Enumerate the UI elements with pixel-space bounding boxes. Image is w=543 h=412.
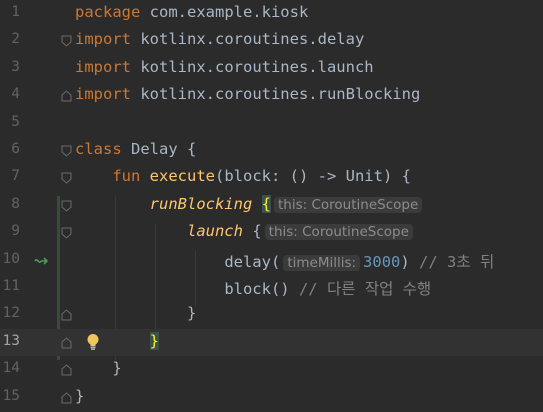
line-number[interactable]: 8 <box>0 196 20 212</box>
class-declaration: Delay { <box>121 140 197 158</box>
line-number[interactable]: 15 <box>0 388 20 404</box>
line-number[interactable]: 10 <box>0 251 20 267</box>
keyword: fun <box>112 167 141 186</box>
line-number[interactable]: 11 <box>0 278 20 294</box>
brace: } <box>186 304 197 323</box>
code-line-7[interactable]: 7 fun execute(block: () -> Unit) { <box>0 164 543 191</box>
line-number[interactable]: 12 <box>0 305 20 321</box>
fold-marker-icon[interactable] <box>61 227 72 239</box>
fold-marker-icon[interactable] <box>61 200 72 212</box>
code-line-11[interactable]: 11 block() // 다른 작업 수행 <box>0 274 543 301</box>
line-number[interactable]: 4 <box>0 86 20 102</box>
line-number[interactable]: 7 <box>0 168 20 184</box>
code-line-6[interactable]: 6 class Delay { <box>0 137 543 164</box>
code-line-13[interactable]: 13 } <box>0 328 543 357</box>
parameter-hint[interactable]: timeMillis: <box>283 254 361 271</box>
fold-marker-icon[interactable] <box>61 145 72 157</box>
brace: } <box>112 359 122 378</box>
fold-marker-icon[interactable] <box>61 35 72 48</box>
code-line-10[interactable]: 10 delay(timeMillis: 3000) // 3초 뒤 <box>0 247 543 274</box>
line-number[interactable]: 13 <box>0 333 20 349</box>
keyword: import <box>75 30 131 49</box>
keyword: class <box>75 140 122 158</box>
brace: } <box>75 386 85 405</box>
brace: { <box>242 222 262 241</box>
fold-marker-icon[interactable] <box>61 90 72 102</box>
import-path: kotlinx.coroutines.delay <box>131 30 365 49</box>
code-line-9[interactable]: 9 launch {this: CoroutineScope <box>0 219 543 246</box>
code-line-14[interactable]: 14 } <box>0 356 543 383</box>
import-path: kotlinx.coroutines.launch <box>131 57 374 76</box>
code-line-5[interactable]: 5 <box>0 110 543 137</box>
fold-marker-icon[interactable] <box>61 337 72 349</box>
fold-marker-icon[interactable] <box>61 172 72 185</box>
package-name: com.example.kiosk <box>140 3 309 21</box>
line-number[interactable]: 2 <box>0 31 20 47</box>
code-line-1[interactable]: 1 package com.example.kiosk <box>0 0 543 27</box>
number-literal: 3000 <box>363 252 401 271</box>
line-number[interactable]: 9 <box>0 223 20 239</box>
function-name: execute <box>149 167 215 186</box>
line-number[interactable]: 5 <box>0 114 20 130</box>
keyword: import <box>75 85 131 104</box>
code-line-3[interactable]: 3 import kotlinx.coroutines.launch <box>0 55 543 82</box>
code-line-4[interactable]: 4 import kotlinx.coroutines.runBlocking <box>0 82 543 109</box>
comment: // 3초 뒤 <box>409 252 495 271</box>
function-call: block() <box>224 280 290 298</box>
keyword: package <box>75 3 141 21</box>
matched-brace: { <box>261 194 271 213</box>
line-number[interactable]: 6 <box>0 141 20 157</box>
code-line-15[interactable]: 15 } <box>0 384 543 411</box>
code-line-2[interactable]: 2 import kotlinx.coroutines.delay <box>0 27 543 54</box>
fold-marker-icon[interactable] <box>61 391 72 404</box>
fold-marker-icon[interactable] <box>61 364 72 376</box>
line-number[interactable]: 3 <box>0 59 20 75</box>
inlay-hint[interactable]: this: CoroutineScope <box>264 224 413 241</box>
import-path: kotlinx.coroutines.runBlocking <box>131 85 421 104</box>
code-editor[interactable]: 1 package com.example.kiosk 2 import kot… <box>0 0 543 412</box>
function-call: launch <box>186 222 243 241</box>
code-line-12[interactable]: 12 } <box>0 301 543 328</box>
line-number[interactable]: 1 <box>0 4 20 20</box>
coroutine-suspend-call-icon[interactable] <box>32 253 50 269</box>
fold-marker-icon[interactable] <box>61 309 72 321</box>
inlay-hint[interactable]: this: CoroutineScope <box>274 196 423 213</box>
code-line-8[interactable]: 8 runBlocking {this: CoroutineScope <box>0 192 543 219</box>
matched-brace: } <box>149 331 159 350</box>
keyword: import <box>75 57 131 76</box>
function-call: delay( <box>224 252 281 271</box>
comment: // 다른 작업 수행 <box>289 280 432 298</box>
function-call: runBlocking <box>149 194 253 213</box>
function-signature: (block: () -> Unit) { <box>215 167 411 186</box>
line-number[interactable]: 14 <box>0 360 20 376</box>
paren: ) <box>400 252 410 271</box>
